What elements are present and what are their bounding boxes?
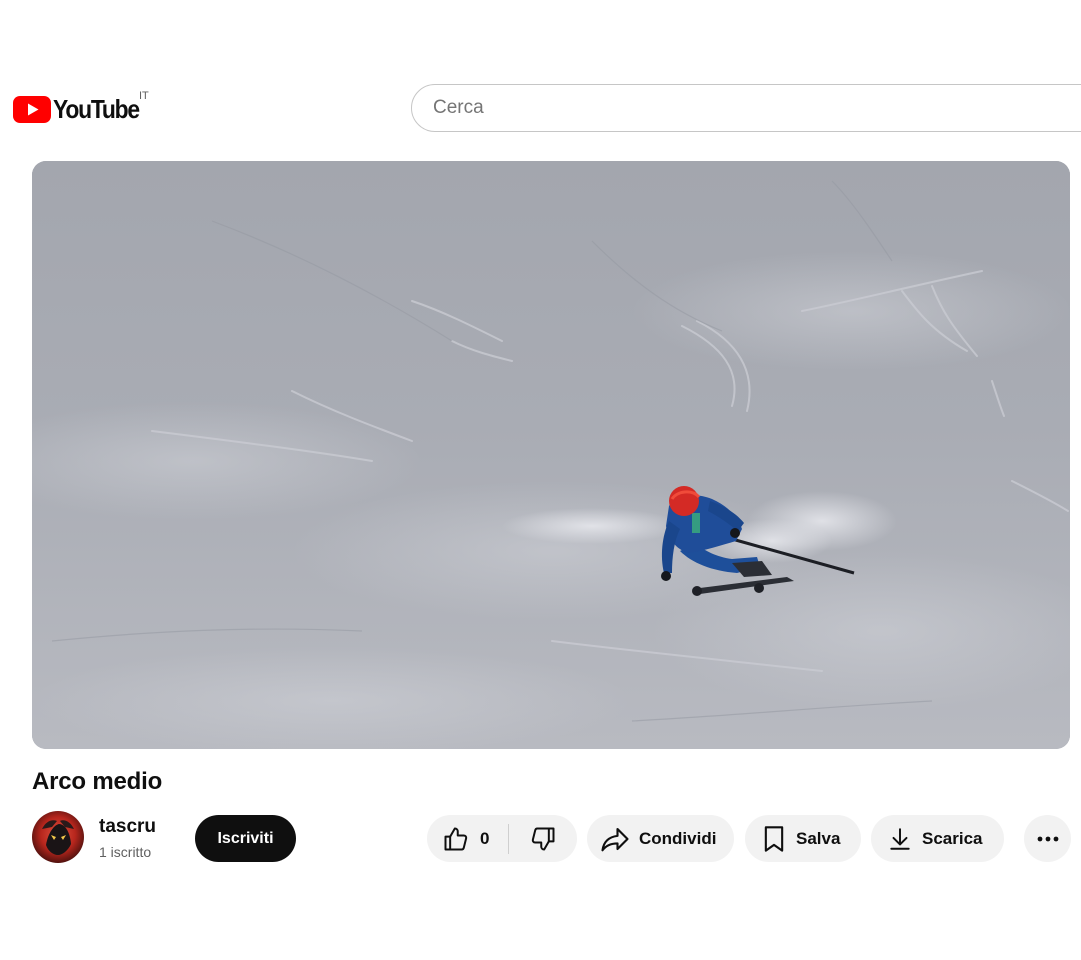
more-horizontal-icon [1036,835,1060,843]
search-input[interactable] [412,85,1081,131]
video-player[interactable] [32,161,1070,749]
download-icon [887,825,913,853]
bookmark-icon [761,825,787,853]
search-box[interactable] [411,84,1081,132]
youtube-play-icon [13,95,51,123]
like-count: 0 [480,828,490,848]
share-button[interactable]: Condividi [587,815,734,862]
video-frame [32,161,1070,749]
save-button[interactable]: Salva [745,815,861,862]
avatar-image [32,811,84,863]
channel-avatar[interactable] [32,811,84,863]
share-label: Condividi [639,828,717,848]
download-label: Scarica [922,828,983,848]
channel-name[interactable]: tascru [99,815,156,839]
share-arrow-icon [600,824,630,854]
thumbs-up-icon [442,825,470,853]
dislike-button[interactable] [509,815,577,862]
subscribe-button[interactable]: Iscriviti [195,815,296,862]
thumbs-down-icon [529,825,557,853]
save-label: Salva [796,828,841,848]
youtube-logo[interactable]: YouTube [13,89,151,129]
like-button[interactable]: 0 [427,815,508,862]
video-title: Arco medio [32,768,163,795]
country-code: IT [139,90,149,102]
download-button[interactable]: Scarica [871,815,1004,862]
like-dislike-group: 0 [427,815,577,862]
logo-wordmark: YouTube [53,94,140,124]
subscriber-count: 1 iscritto [99,844,152,860]
youtube-watch-page: YouTube IT Cerca Arco medio tascru 1 isc… [0,0,1081,960]
more-actions-button[interactable] [1024,815,1071,862]
